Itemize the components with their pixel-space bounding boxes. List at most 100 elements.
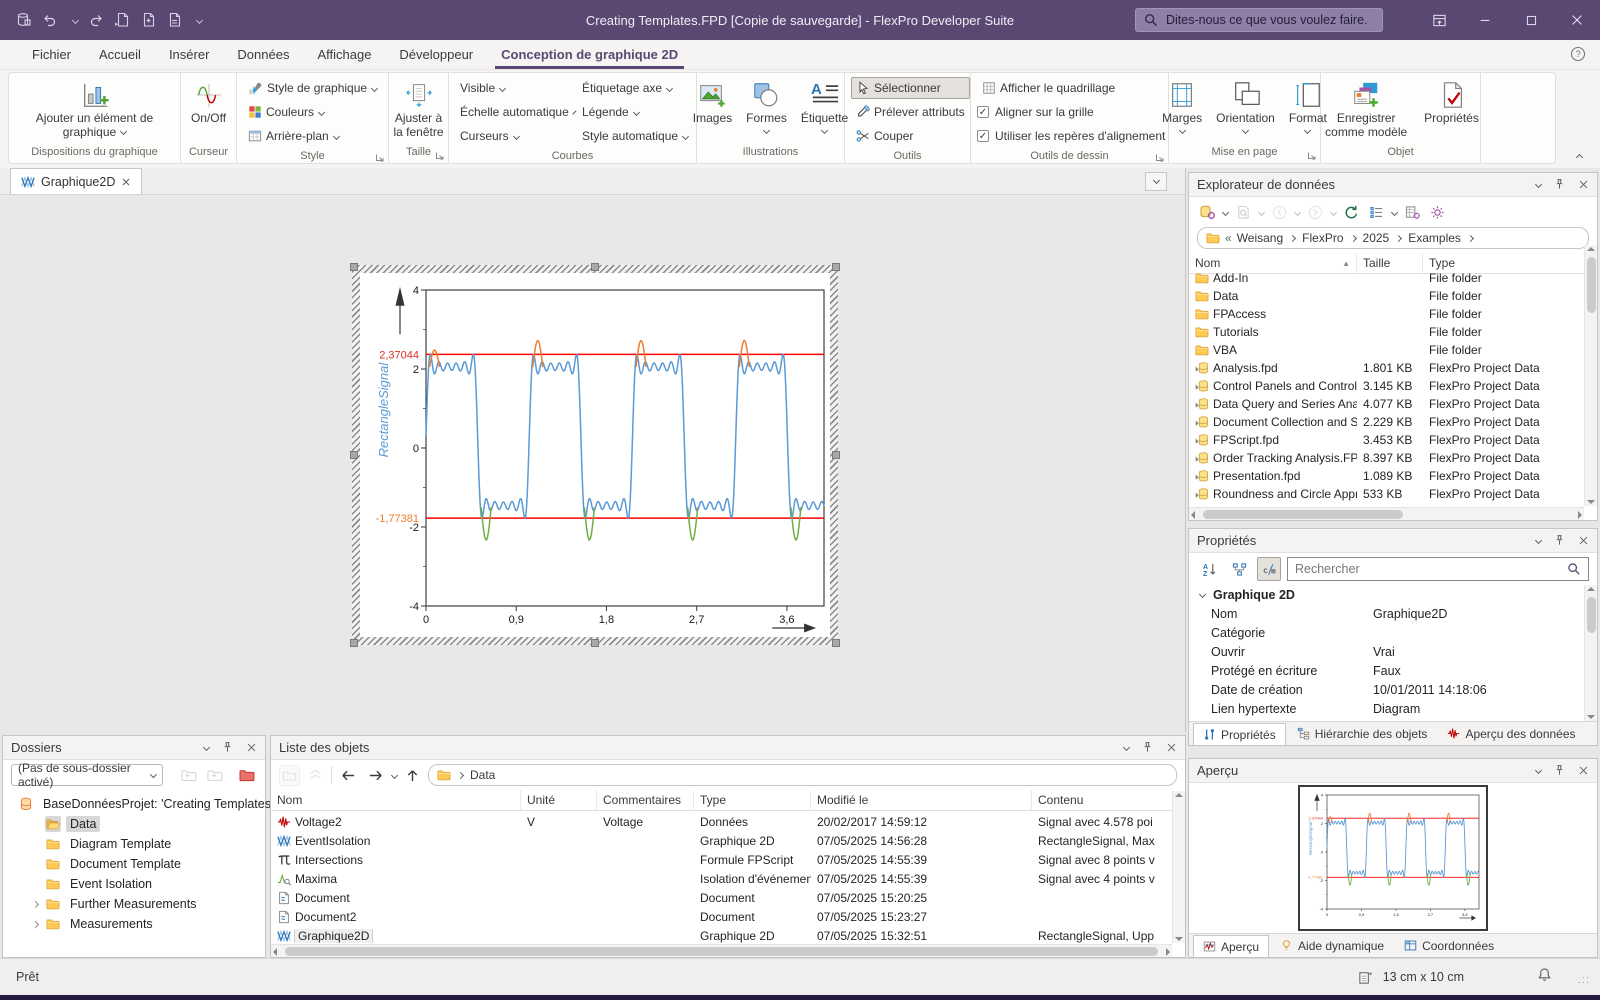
tell-me-search[interactable]: Dites-nous ce que vous voulez faire.	[1135, 8, 1383, 32]
add-chart-element-button[interactable]: Ajouter un élément de graphique	[31, 77, 159, 143]
preview-tab-coordonn-es[interactable]: Coordonnées	[1395, 934, 1503, 957]
menu-tab-conception-de-graphique-2d[interactable]: Conception de graphique 2D	[487, 40, 692, 69]
cut-button[interactable]: Couper	[851, 125, 970, 147]
expand-levels-icon[interactable]	[306, 766, 325, 785]
breadcrumb-part[interactable]: FlexPro	[1302, 231, 1343, 245]
nav-forward-dropdown-icon[interactable]	[1330, 208, 1337, 215]
images-button[interactable]: Images	[688, 77, 737, 129]
save-database-icon[interactable]	[16, 12, 32, 28]
notifications-bell-icon[interactable]	[1537, 967, 1552, 982]
panel-menu-icon[interactable]	[1123, 744, 1130, 751]
pin-icon[interactable]	[1141, 741, 1154, 754]
chart-page-selection-frame[interactable]: 420-2-400,91,82,73,62,37044-1,77381Recta…	[352, 265, 838, 645]
column-header-commentaires[interactable]: Commentaires	[597, 790, 694, 810]
cursor-onoff-button[interactable]: On/Off	[186, 77, 231, 129]
properties-tab-propri-t-s[interactable]: Propriétés	[1193, 723, 1286, 745]
menu-tab-affichage[interactable]: Affichage	[303, 40, 385, 69]
visible-button[interactable]: Visible	[455, 77, 573, 99]
colors-button[interactable]: Couleurs	[243, 101, 382, 123]
explorer-breadcrumb[interactable]: «WeisangFlexPro2025Examples	[1197, 227, 1589, 249]
sort-az-icon[interactable]: AZ	[1197, 557, 1221, 581]
panel-menu-icon[interactable]	[203, 744, 210, 751]
help-icon[interactable]: ?	[1570, 46, 1586, 62]
tree-item-event-isolation[interactable]: Event Isolation	[5, 874, 263, 894]
properties-tab-aper-u-des-donn-es[interactable]: Aperçu des données	[1438, 722, 1584, 745]
explorer-row[interactable]: Analysis.fpd1.801 KBFlexPro Project Data	[1189, 359, 1584, 377]
redo-icon[interactable]	[88, 12, 104, 28]
explorer-row[interactable]: VBAFile folder	[1189, 341, 1584, 359]
settings-gear-icon[interactable]	[1428, 203, 1447, 222]
explorer-row[interactable]: Data Query and Series Anal...4.077 KBFle…	[1189, 395, 1584, 413]
style-dialog-launcher-icon[interactable]	[375, 151, 385, 161]
drawing-option-2[interactable]: ✓Utiliser les repères d'alignement	[977, 125, 1165, 147]
cursors-button[interactable]: Curseurs	[455, 125, 573, 147]
explorer-row[interactable]: Order Tracking Analysis.FPD8.397 KBFlexP…	[1189, 449, 1584, 467]
properties-vertical-scrollbar[interactable]	[1584, 585, 1597, 721]
panel-menu-icon[interactable]	[1535, 537, 1542, 544]
up-level-icon[interactable]	[403, 766, 422, 785]
breadcrumb-folder-label[interactable]: Data	[470, 768, 495, 782]
pin-icon[interactable]	[1553, 534, 1566, 547]
tree-item-data[interactable]: Data	[5, 814, 263, 834]
close-button[interactable]	[1554, 0, 1600, 40]
menu-tab-donn-es[interactable]: Données	[223, 40, 303, 69]
data-source-dropdown-icon[interactable]	[1222, 208, 1229, 215]
new-document-icon[interactable]	[140, 12, 156, 28]
subfolder-dropdown[interactable]: (Pas de sous-dossier activé)	[11, 764, 163, 786]
column-header-type[interactable]: Type	[694, 790, 811, 810]
object-row-eventisolation[interactable]: EventIsolationGraphique 2D07/05/2025 14:…	[271, 831, 1172, 850]
auto-style-button[interactable]: Style automatique	[577, 125, 693, 147]
object-row-document2[interactable]: Document2Document07/05/2025 15:23:27	[271, 907, 1172, 926]
autoscale-button[interactable]: Échelle automatique	[455, 101, 573, 123]
object-row-maxima[interactable]: MaximaIsolation d'événements07/05/2025 1…	[271, 869, 1172, 888]
nav-forward-icon[interactable]	[1306, 203, 1325, 222]
panel-menu-icon[interactable]	[1535, 181, 1542, 188]
pick-attributes-button[interactable]: Prélever attributs	[851, 101, 970, 123]
ribbon-display-options-button[interactable]	[1416, 0, 1462, 40]
close-tab-icon[interactable]	[121, 177, 131, 187]
explorer-row[interactable]: TutorialsFile folder	[1189, 323, 1584, 341]
index-options-icon[interactable]	[1403, 203, 1422, 222]
resize-handle-se[interactable]	[832, 639, 840, 647]
tree-item-document-template[interactable]: Document Template	[5, 854, 263, 874]
undo-dropdown-icon[interactable]	[72, 16, 79, 23]
property-filter-toggle-icon[interactable]: c	[1257, 557, 1281, 581]
folder-forward-icon[interactable]	[205, 765, 225, 785]
object-row-voltage2[interactable]: Voltage2VVoltageDonnées20/02/2017 14:59:…	[271, 812, 1172, 831]
background-button[interactable]: Arrière-plan	[243, 125, 382, 147]
window-list-dropdown[interactable]	[1145, 172, 1167, 191]
document-canvas[interactable]: 420-2-400,91,82,73,62,37044-1,77381Recta…	[0, 195, 1185, 732]
object-row-graphique2d[interactable]: Graphique2DGraphique 2D07/05/2025 15:32:…	[271, 926, 1172, 943]
save-as-template-button[interactable]: Enregistrer comme modèle	[1317, 77, 1415, 143]
property-row[interactable]: Lien hypertexteDiagram	[1189, 699, 1584, 718]
explorer-row[interactable]: Document Collection and S...2.229 KBFlex…	[1189, 413, 1584, 431]
close-icon[interactable]	[1578, 535, 1589, 546]
resize-handle-s[interactable]	[591, 639, 599, 647]
column-header-nom[interactable]: Nom	[271, 790, 521, 810]
explorer-vertical-scrollbar[interactable]	[1584, 245, 1597, 506]
preview-tab-aide-dynamique[interactable]: Aide dynamique	[1271, 934, 1393, 957]
pin-icon[interactable]	[1553, 764, 1566, 777]
breadcrumb-part[interactable]: Examples	[1408, 231, 1461, 245]
panel-menu-icon[interactable]	[1535, 767, 1542, 774]
page-setup-dialog-launcher-icon[interactable]	[1307, 149, 1317, 159]
resize-handle-n[interactable]	[591, 263, 599, 271]
history-dropdown-icon[interactable]	[391, 771, 398, 778]
explorer-row[interactable]: FPAccessFile folder	[1189, 305, 1584, 323]
resize-grip[interactable]: .::	[1578, 974, 1590, 986]
object-list-horizontal-scrollbar[interactable]	[271, 944, 1172, 957]
expand-icon[interactable]	[32, 920, 39, 927]
chart-object[interactable]: 420-2-400,91,82,73,62,37044-1,77381Recta…	[360, 273, 830, 637]
close-icon[interactable]	[246, 742, 257, 753]
undo-icon[interactable]	[42, 12, 58, 28]
expand-icon[interactable]	[32, 900, 39, 907]
tree-item-basedonn-esprojet-creating-tem[interactable]: BaseDonnéesProjet: 'Creating Templates'	[5, 794, 263, 814]
menu-tab-fichier[interactable]: Fichier	[18, 40, 85, 69]
breadcrumb-part[interactable]: Weisang	[1237, 231, 1283, 245]
column-header-contenu[interactable]: Contenu	[1032, 790, 1172, 810]
checkbox-icon[interactable]: ✓	[977, 106, 989, 118]
close-icon[interactable]	[1578, 179, 1589, 190]
qat-customize-icon[interactable]	[196, 16, 203, 23]
resize-handle-sw[interactable]	[350, 639, 358, 647]
close-icon[interactable]	[1578, 765, 1589, 776]
